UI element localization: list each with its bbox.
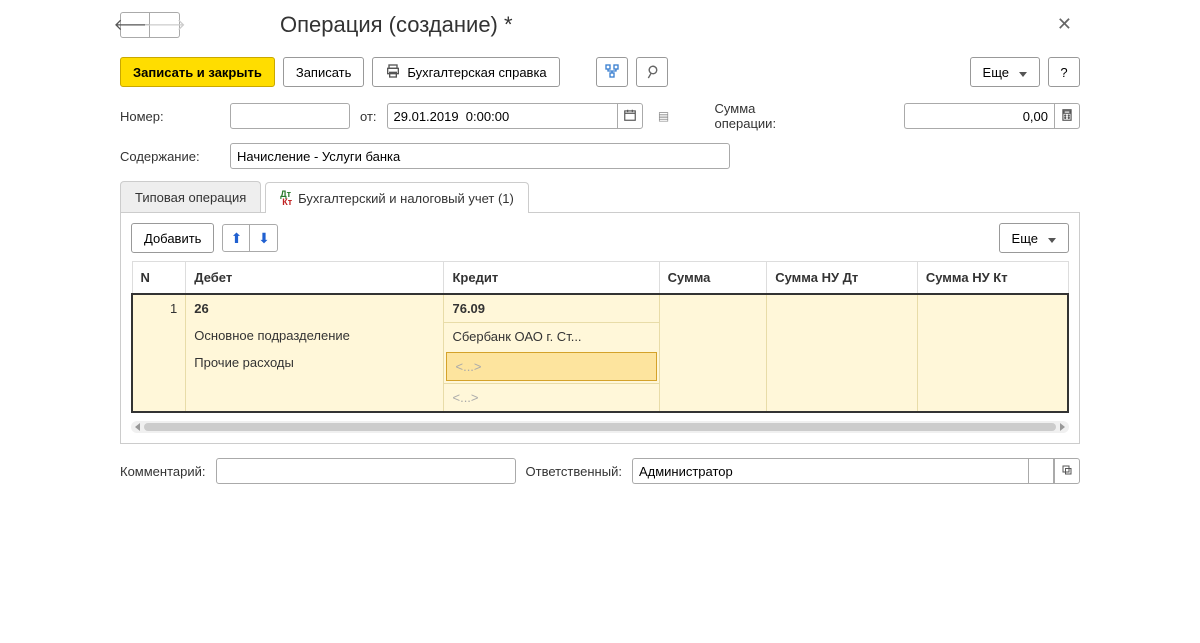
print-report-button[interactable]: Бухгалтерская справка <box>372 57 559 87</box>
page-title: Операция (создание) * <box>280 12 513 38</box>
chevron-down-icon <box>1044 231 1056 246</box>
responsible-label: Ответственный: <box>526 464 622 479</box>
col-credit[interactable]: Кредит <box>444 262 659 295</box>
tab-more-button[interactable]: Еще <box>999 223 1069 253</box>
cell-sum[interactable] <box>659 294 767 412</box>
dtkt-icon: ДтКт <box>280 190 292 206</box>
print-report-label: Бухгалтерская справка <box>407 65 546 80</box>
move-up-button[interactable]: ⬆ <box>222 224 250 252</box>
cell-sum-nu-kt[interactable] <box>917 294 1068 412</box>
responsible-input[interactable] <box>632 458 1028 484</box>
printer-icon <box>385 63 401 82</box>
arrow-up-icon: ⬆ <box>231 230 243 247</box>
chevron-down-icon <box>1015 65 1027 80</box>
cell-n: 1 <box>132 294 186 412</box>
nav-forward-button[interactable]: 🡒 <box>150 12 180 38</box>
note-icon[interactable]: ▤ <box>653 105 675 127</box>
tab-typical-operation[interactable]: Типовая операция <box>120 181 261 212</box>
paperclip-icon: ⚲ <box>642 60 662 83</box>
calculator-button[interactable] <box>1054 103 1080 129</box>
calculator-icon <box>1060 108 1074 125</box>
sum-label: Сумма операции: <box>715 101 777 131</box>
responsible-open-button[interactable] <box>1054 458 1080 484</box>
tab-accounting[interactable]: ДтКт Бухгалтерский и налоговый учет (1) <box>265 182 529 213</box>
scrollbar-thumb[interactable] <box>144 423 1056 431</box>
content-label: Содержание: <box>120 149 220 164</box>
date-input[interactable] <box>387 103 617 129</box>
attach-button[interactable]: ⚲ <box>636 57 668 87</box>
calendar-icon <box>623 108 637 125</box>
entries-table: N Дебет Кредит Сумма Сумма НУ Дт Сумма Н… <box>131 261 1069 413</box>
write-and-close-button[interactable]: Записать и закрыть <box>120 57 275 87</box>
open-icon <box>1061 464 1073 479</box>
cell-sum-nu-dt[interactable] <box>767 294 918 412</box>
credit-sub-editing[interactable]: <...> <box>446 352 656 381</box>
from-label: от: <box>360 109 377 124</box>
add-row-button[interactable]: Добавить <box>131 223 214 253</box>
col-sum[interactable]: Сумма <box>659 262 767 295</box>
col-n[interactable]: N <box>132 262 186 295</box>
hierarchy-button[interactable] <box>596 57 628 87</box>
more-button[interactable]: Еще <box>970 57 1040 87</box>
content-input[interactable] <box>230 143 730 169</box>
col-debit[interactable]: Дебет <box>186 262 444 295</box>
comment-label: Комментарий: <box>120 464 206 479</box>
number-input[interactable] <box>230 103 350 129</box>
cell-debit[interactable]: 26 Основное подразделение Прочие расходы <box>186 294 444 412</box>
move-down-button[interactable]: ⬇ <box>250 224 278 252</box>
cell-credit[interactable]: 76.09 Сбербанк ОАО г. Ст... <...> <...> <box>444 294 659 412</box>
close-icon[interactable]: ✕ <box>1049 10 1080 39</box>
more-label: Еще <box>983 65 1009 80</box>
col-sum-nu-dt[interactable]: Сумма НУ Дт <box>767 262 918 295</box>
responsible-dropdown-button[interactable] <box>1028 458 1054 484</box>
col-sum-nu-kt[interactable]: Сумма НУ Кт <box>917 262 1068 295</box>
comment-input[interactable] <box>216 458 516 484</box>
sum-input[interactable] <box>904 103 1054 129</box>
help-button[interactable]: ? <box>1048 57 1080 87</box>
table-row[interactable]: 1 26 Основное подразделение Прочие расхо… <box>132 294 1068 412</box>
number-label: Номер: <box>120 109 220 124</box>
arrow-down-icon: ⬇ <box>258 230 270 247</box>
calendar-button[interactable] <box>617 103 643 129</box>
hierarchy-icon <box>604 63 620 82</box>
horizontal-scrollbar[interactable] <box>131 421 1069 433</box>
write-button[interactable]: Записать <box>283 57 365 87</box>
